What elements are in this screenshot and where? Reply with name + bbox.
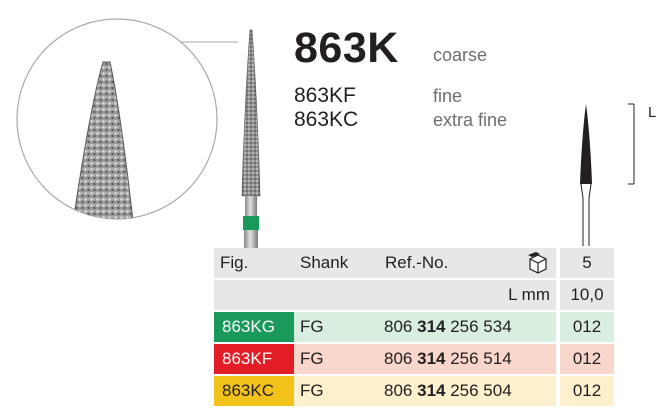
variant-grit: extra fine (433, 110, 508, 130)
shank-type: FG (300, 381, 324, 400)
variant-grit: fine (433, 86, 463, 106)
header-ref: Ref.-No. (385, 253, 449, 272)
title-grit: coarse (433, 45, 488, 65)
package-icon (528, 252, 547, 274)
shank-type: FG (300, 349, 324, 368)
burr-instrument-illustration (241, 29, 261, 248)
size-value: 012 (560, 312, 614, 342)
fig-code: 863KG (214, 312, 294, 342)
length-value: 10,0 (560, 280, 614, 310)
magnified-tip-illustration (16, 18, 238, 220)
dimension-label: L (648, 104, 657, 121)
variant-code: 863KF (294, 84, 356, 107)
product-title: 863K (294, 24, 399, 72)
variant-code: 863KC (294, 108, 359, 131)
ref-number: 806 314 256 514 (384, 349, 512, 368)
fig-code: 863KC (214, 376, 294, 406)
fig-code: 863KF (214, 344, 294, 374)
size-value: 012 (560, 344, 614, 374)
ref-number: 806 314 256 504 (384, 381, 512, 400)
header-shank: Shank (300, 253, 349, 272)
header-fig: Fig. (220, 253, 249, 272)
header-pack-quantity: 5 (560, 248, 614, 278)
length-label: L mm (508, 285, 550, 304)
shank-type: FG (300, 317, 324, 336)
size-value: 012 (560, 376, 614, 406)
burr-silhouette-diagram (580, 103, 635, 246)
ref-number: 806 314 256 534 (384, 317, 512, 336)
